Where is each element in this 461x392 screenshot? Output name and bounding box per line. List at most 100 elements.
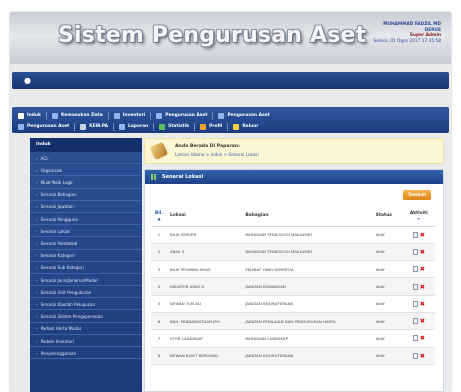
breadcrumb-path[interactable]: Laman Utama > Induk > Senarai Lokasi — [175, 152, 259, 157]
chevron-right-icon: › — [36, 241, 38, 246]
cell-aktiviti: ✖ — [402, 329, 435, 348]
table-row: 4 KAUNTER ARAS G JABATAN KEWANGAN Aktif … — [151, 277, 435, 296]
edit-icon[interactable] — [412, 300, 418, 307]
sidebar-item-pembekal[interactable]: › Senarai Pembekal — [30, 237, 142, 250]
chevron-right-icon: › — [36, 204, 38, 210]
chevron-right-icon: › — [36, 167, 38, 173]
table-header-row: Bil. ▲ Lokasi Bahagian Status Aktiviti ▾ — [151, 206, 435, 227]
sidebar-item-acl[interactable]: › ACL — [30, 152, 142, 165]
menu-kemasukan-data[interactable]: Kemasukan Data — [51, 112, 103, 119]
chevron-right-icon: › — [36, 350, 38, 356]
sidebar-item-padam-harta[interactable]: › Padam Harta Modal — [30, 323, 142, 335]
app-window: Sistem Pengurusan Aset MUHAMMAD FADZIL M… — [10, 12, 451, 392]
cell-bil: 4 — [151, 277, 167, 296]
menu-statistik[interactable]: Statistik — [159, 123, 189, 130]
chevron-right-icon: › — [36, 216, 38, 222]
table-row: 3 BILIK PEGAWAI KHAS PEJABAT YANG DIPERT… — [151, 260, 435, 279]
cell-aktiviti: ✖ — [402, 347, 435, 365]
sidebar-item-kategori[interactable]: › Senarai Kategori — [30, 250, 142, 262]
edit-icon[interactable] — [412, 335, 418, 342]
cell-lokasi: KAUNTER ARAS G — [167, 277, 243, 296]
cell-bahagian: JABATAN KEWANGAN — [242, 277, 373, 296]
sidebar-item-lokasi[interactable]: › Senarai Lokasi — [30, 225, 142, 238]
add-button[interactable]: Tambah — [403, 190, 431, 200]
menu-divider — [74, 122, 76, 131]
edit-icon[interactable] — [412, 231, 418, 238]
menu-pengurusan-aset-1[interactable]: Pengurusan Aset — [156, 112, 207, 119]
sidebar-item-penyelenggaraan[interactable]: › Penyelenggaraan — [30, 347, 142, 360]
document-icon — [80, 123, 87, 130]
sidebar-item-jenis[interactable]: › Senarai Jenis/Jenama/Model — [30, 274, 142, 287]
menu-row-1: Induk Kemasukan Data Inventori Pengurusa… — [18, 110, 443, 121]
cell-lokasi: BILIK SERVER — [167, 226, 243, 244]
sidebar-item-bahagian[interactable]: › Senarai Bahagian — [30, 189, 142, 201]
edit-icon[interactable] — [412, 283, 418, 290]
menu-divider — [107, 111, 109, 120]
menu-divider — [194, 122, 196, 131]
sidebar-item-kaedah[interactable]: › Senarai Kaedah Pelupusan — [30, 298, 142, 311]
menu-profil[interactable]: Profil — [200, 123, 222, 130]
menu-pengurusan-aset-2[interactable]: Pengurusan Aset — [218, 112, 270, 119]
gear-icon — [18, 112, 24, 119]
cell-lokasi: BILIK PEGAWAI KHAS — [167, 260, 243, 279]
chevron-right-icon: › — [36, 253, 38, 259]
delete-icon[interactable]: ✖ — [420, 318, 425, 325]
chevron-right-icon: › — [36, 289, 38, 295]
main-content: Anda Berada Di Paparan: Laman Utama > In… — [144, 138, 444, 392]
edit-icon[interactable] — [412, 352, 418, 359]
sidebar-item-pengguna[interactable]: › Senarai Pengguna — [30, 213, 142, 226]
edit-icon[interactable] — [412, 266, 418, 273]
data-entry-icon — [51, 112, 58, 119]
menu-laporan[interactable]: Laporan — [118, 123, 148, 130]
delete-icon[interactable]: ✖ — [420, 283, 425, 290]
cell-aktiviti: ✖ — [402, 260, 435, 279]
delete-icon[interactable]: ✖ — [420, 352, 425, 359]
table-row: 6 BAH. PENDAKASTAAN JPH JABATAN PENILAIA… — [151, 312, 435, 331]
home-icon[interactable]: ● — [24, 76, 33, 85]
cell-bahagian: BAHAGIAN TEKNOLOGI MAKLUMAT — [242, 243, 373, 262]
menu-inventori[interactable]: Inventori — [113, 112, 145, 119]
cell-bil: 5 — [151, 295, 167, 313]
chevron-right-icon: › — [36, 155, 38, 161]
delete-icon[interactable]: ✖ — [420, 335, 425, 342]
edit-icon[interactable] — [412, 248, 418, 255]
cell-bil: 6 — [151, 312, 167, 331]
cell-status: Aktif — [372, 243, 403, 262]
chevron-right-icon: › — [36, 180, 38, 186]
col-header-status[interactable]: Status — [372, 206, 403, 227]
chevron-right-icon: › — [36, 326, 38, 332]
cell-lokasi: DEWAN TUN ALI — [167, 295, 243, 313]
sidebar-item-logo[interactable]: › Muat-Naik Logo — [30, 176, 142, 189]
cell-status: Aktif — [372, 277, 403, 296]
cell-status: Aktif — [372, 295, 403, 313]
sidebar-item-jawatan[interactable]: › Senarai Jawatan — [30, 201, 142, 213]
delete-icon[interactable]: ✖ — [420, 231, 425, 238]
list-icon — [151, 174, 157, 180]
sidebar-item-sistem[interactable]: › Senarai Sistem Pengoperasian — [30, 310, 142, 323]
sidebar-item-organisasi[interactable]: › Organisasi — [30, 164, 142, 177]
sidebar-item-unit[interactable]: › Senarai Unit Pengukuran — [30, 286, 142, 299]
edit-icon[interactable] — [412, 318, 418, 325]
col-header-bahagian[interactable]: Bahagian — [242, 206, 373, 227]
menu-pengurusan-aset-3[interactable]: Pengurusan Aset — [18, 123, 69, 130]
delete-icon[interactable]: ✖ — [420, 301, 425, 308]
location-list-panel: Senarai Lokasi Tambah Bil. ▲ Lokasi Bahag… — [144, 169, 444, 392]
col-header-lokasi[interactable]: Lokasi — [167, 206, 243, 227]
delete-icon[interactable]: ✖ — [420, 249, 425, 256]
table-row: 8 DEWAN BUKIT BERUANG JABATAN KEJURUTERA… — [151, 347, 435, 365]
chevron-right-icon: › — [36, 301, 38, 307]
sidebar-item-sub-kategori[interactable]: › Senarai Sub Kategori — [30, 262, 142, 274]
inventory-icon — [113, 112, 120, 119]
chevron-right-icon: › — [36, 338, 38, 344]
col-header-bil[interactable]: Bil. ▲ — [151, 206, 167, 227]
sidebar-item-padam-inventori[interactable]: › Padam Inventori — [30, 335, 142, 347]
menu-divider — [212, 111, 214, 120]
menu-divider — [112, 122, 114, 131]
menu-kew-pa[interactable]: KEW.PA — [80, 123, 108, 130]
delete-icon[interactable]: ✖ — [420, 266, 425, 273]
cell-status: Aktif — [372, 260, 403, 279]
panel-header: Senarai Lokasi — [145, 170, 443, 184]
menu-keluar[interactable]: Keluar — [233, 123, 258, 130]
menu-induk[interactable]: Induk — [18, 112, 41, 119]
location-table: Bil. ▲ Lokasi Bahagian Status Aktiviti ▾ 1… — [151, 206, 435, 365]
